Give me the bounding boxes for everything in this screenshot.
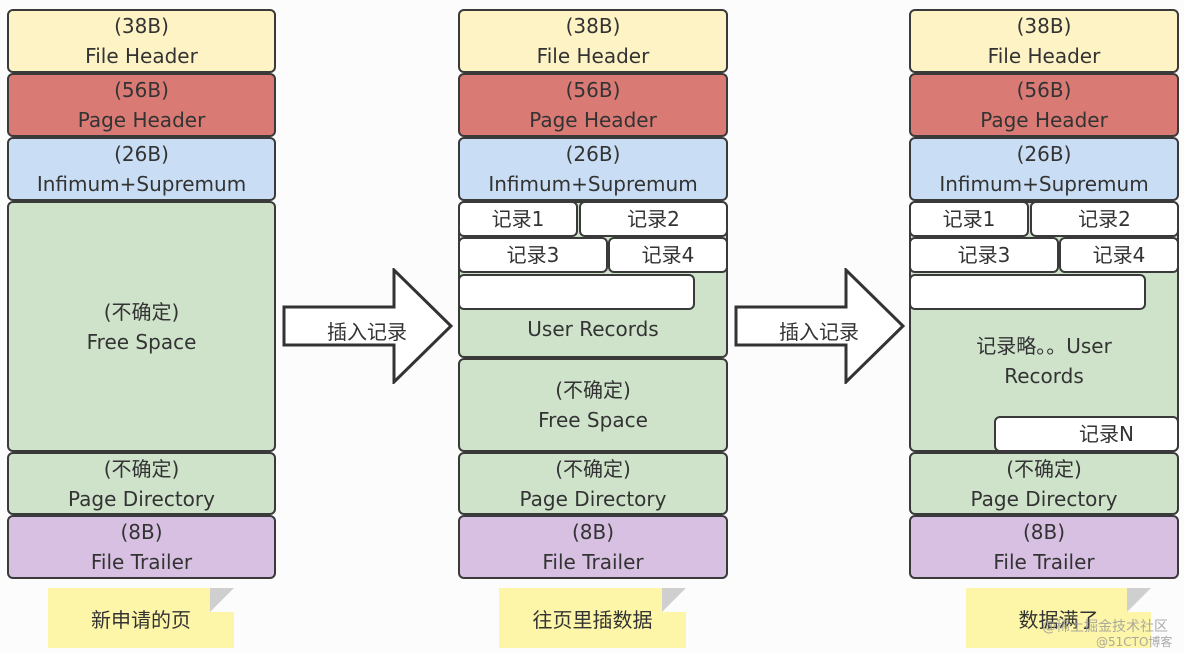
record-label: 记录1 xyxy=(491,207,545,231)
page-header-block: (56B) Page Header xyxy=(909,73,1179,137)
record-label: 记录4 xyxy=(641,243,695,267)
size-label: (38B) xyxy=(114,14,169,38)
record-label: 记录3 xyxy=(506,243,560,267)
note-text: 往页里插数据 xyxy=(532,607,653,632)
file-header-block: (38B) File Header xyxy=(458,9,728,73)
size-label: (8B) xyxy=(571,520,615,544)
block-name: File Header xyxy=(536,44,650,68)
record-4: 记录4 xyxy=(1059,237,1179,273)
size-label: (26B) xyxy=(114,142,169,166)
size-label: (26B) xyxy=(565,142,621,166)
size-label: (不确定) xyxy=(555,378,631,402)
block-name: File Trailer xyxy=(542,550,644,574)
page-header-block: (56B) Page Header xyxy=(458,73,728,137)
record-3: 记录3 xyxy=(458,237,608,273)
file-trailer-block: (8B) File Trailer xyxy=(7,515,276,579)
file-header-block: (38B) File Header xyxy=(7,9,276,73)
size-label: (56B) xyxy=(1016,78,1072,102)
block-name: File Header xyxy=(85,44,198,68)
record-empty xyxy=(909,274,1146,310)
block-name: Page Header xyxy=(77,108,206,132)
block-name: User Records xyxy=(527,317,659,341)
size-label: (8B) xyxy=(1022,520,1066,544)
size-label: (38B) xyxy=(1016,14,1072,38)
arrow-label: 插入记录 xyxy=(327,320,407,344)
size-label: (不确定) xyxy=(555,456,631,481)
watermark: @51CTO博客 xyxy=(1096,635,1173,649)
record-label: 记录2 xyxy=(1078,207,1131,231)
block-name: Free Space xyxy=(538,408,648,432)
note-insert-data: 往页里插数据 xyxy=(499,588,686,648)
block-name: 记录略。。User Records xyxy=(976,334,1112,388)
block-name: Page Directory xyxy=(519,486,667,511)
record-label: 记录N xyxy=(1079,422,1134,446)
page-directory-block: (不确定) Page Directory xyxy=(458,452,728,515)
page-fold-icon xyxy=(1127,588,1151,612)
block-name: Page Directory xyxy=(970,486,1118,511)
record-3: 记录3 xyxy=(909,237,1059,273)
size-label: (不确定) xyxy=(103,456,180,481)
file-trailer-block: (8B) File Trailer xyxy=(458,515,728,579)
page-fold-icon xyxy=(662,588,686,612)
block-name: File Trailer xyxy=(993,550,1095,574)
record-label: 记录3 xyxy=(957,243,1011,267)
note-new-page: 新申请的页 xyxy=(48,588,234,648)
block-name: Page Directory xyxy=(68,486,215,511)
size-label: (56B) xyxy=(565,78,621,102)
size-label: (26B) xyxy=(1016,142,1072,166)
page-directory-block: (不确定) Page Directory xyxy=(909,452,1179,515)
file-trailer-block: (8B) File Trailer xyxy=(909,515,1179,579)
size-label: (56B) xyxy=(114,78,169,102)
record-n: 记录N xyxy=(994,416,1179,452)
infimum-supremum-block: (26B) Infimum+Supremum xyxy=(7,137,276,201)
file-header-block: (38B) File Header xyxy=(909,9,1179,73)
block-name: Page Header xyxy=(980,108,1108,132)
record-label: 记录1 xyxy=(942,207,996,231)
size-label: (8B) xyxy=(120,520,163,544)
record-4: 记录4 xyxy=(608,237,728,273)
free-space-block: (不确定) Free Space xyxy=(7,201,276,452)
record-label: 记录4 xyxy=(1092,243,1146,267)
note-text: 新申请的页 xyxy=(91,607,191,632)
page-header-block: (56B) Page Header xyxy=(7,73,276,137)
record-2: 记录2 xyxy=(579,201,728,237)
block-name: File Header xyxy=(987,44,1101,68)
free-space-block: (不确定) Free Space xyxy=(458,358,728,452)
block-name: File Trailer xyxy=(90,550,193,574)
block-name: Infimum+Supremum xyxy=(36,172,247,196)
infimum-supremum-block: (26B) Infimum+Supremum xyxy=(909,137,1179,201)
block-name: Infimum+Supremum xyxy=(939,172,1149,196)
size-label: (38B) xyxy=(565,14,621,38)
record-1: 记录1 xyxy=(458,201,578,237)
size-label: (不确定) xyxy=(1006,456,1082,481)
record-1: 记录1 xyxy=(909,201,1029,237)
block-name: Infimum+Supremum xyxy=(488,172,698,196)
infimum-supremum-block: (26B) Infimum+Supremum xyxy=(458,137,728,201)
block-name: Free Space xyxy=(86,329,197,354)
record-2: 记录2 xyxy=(1030,201,1179,237)
arrow-label: 插入记录 xyxy=(779,320,859,344)
block-name: Page Header xyxy=(529,108,657,132)
size-label: (不确定) xyxy=(103,299,180,324)
page-fold-icon xyxy=(210,588,234,612)
record-label: 记录2 xyxy=(627,207,680,231)
record-empty xyxy=(458,274,695,310)
page-directory-block: (不确定) Page Directory xyxy=(7,452,276,515)
